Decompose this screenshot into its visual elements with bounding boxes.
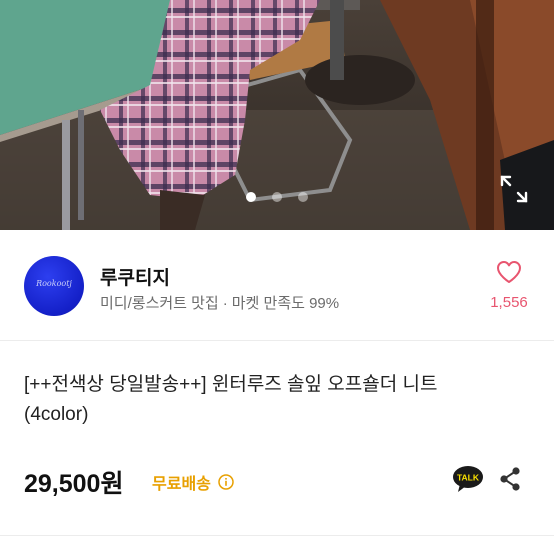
- seller-avatar[interactable]: Rookootj: [24, 256, 84, 316]
- pagination-dot-active[interactable]: [246, 192, 256, 202]
- kakaotalk-icon[interactable]: TALK: [452, 465, 484, 493]
- product-title-line1: [++전색상 당일발송++] 윈터루즈 솔잎 오프숄더 니트: [24, 374, 438, 395]
- product-image[interactable]: [0, 0, 554, 230]
- product-price: 29,500원: [24, 470, 124, 498]
- product-title-line2: (4color): [24, 404, 89, 425]
- seller-row: Rookootj 루쿠티지 미디/롱스커트 맛집 · 마켓 만족도 99% 1,55…: [0, 230, 554, 340]
- seller-satisfaction: 마켓 만족도 99%: [231, 295, 340, 312]
- share-icon[interactable]: [498, 466, 522, 492]
- like-count: 1,556: [490, 294, 528, 311]
- talk-label: TALK: [457, 473, 480, 483]
- pagination-dot[interactable]: [272, 192, 282, 202]
- bottom-divider: [0, 535, 554, 536]
- product-title: [++전색상 당일발송++] 윈터루즈 솔잎 오프숄더 니트 (4color): [24, 370, 524, 430]
- separator: ·: [222, 295, 228, 312]
- expand-icon[interactable]: [499, 174, 529, 204]
- pagination-dot[interactable]: [298, 192, 308, 202]
- heart-outline-icon: [497, 261, 521, 283]
- divider: [0, 340, 554, 341]
- info-circle-icon[interactable]: [218, 474, 234, 490]
- avatar-logo: Rookootj: [36, 279, 72, 288]
- shipping-info: 무료배송: [152, 470, 234, 494]
- seller-name[interactable]: 루쿠티지: [100, 263, 170, 290]
- gallery-pagination: [0, 192, 554, 204]
- seller-category: 미디/롱스커트 맛집: [100, 295, 219, 312]
- seller-description: 미디/롱스커트 맛집 · 마켓 만족도 99%: [100, 292, 339, 313]
- like-button[interactable]: 1,556: [486, 260, 532, 320]
- shipping-label: 무료배송: [152, 476, 211, 493]
